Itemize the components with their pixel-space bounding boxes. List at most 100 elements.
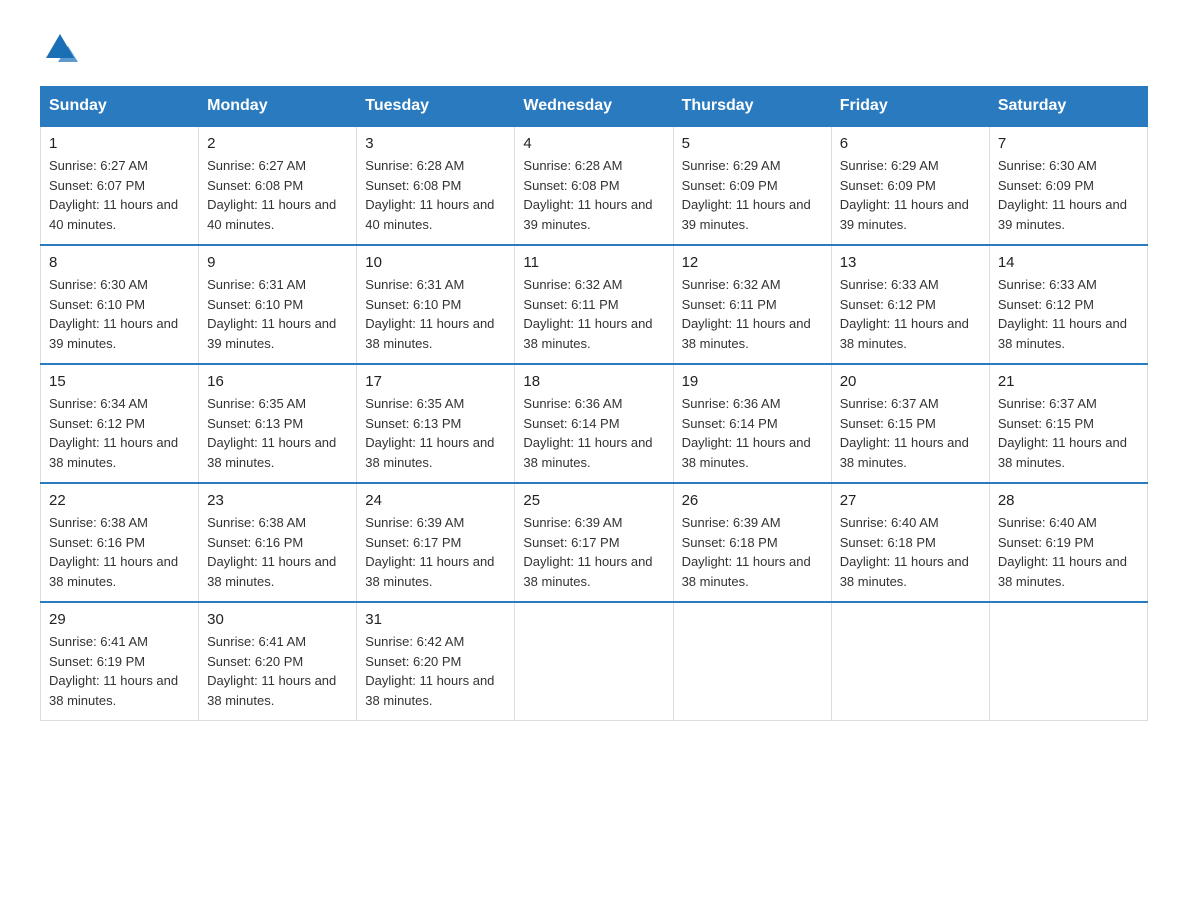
calendar-cell: 21 Sunrise: 6:37 AMSunset: 6:15 PMDayligh… bbox=[989, 364, 1147, 483]
week-row-3: 15 Sunrise: 6:34 AMSunset: 6:12 PMDayligh… bbox=[41, 364, 1148, 483]
day-info: Sunrise: 6:31 AMSunset: 6:10 PMDaylight:… bbox=[207, 277, 336, 351]
day-info: Sunrise: 6:41 AMSunset: 6:20 PMDaylight:… bbox=[207, 634, 336, 708]
day-number: 29 bbox=[49, 611, 190, 628]
calendar-cell: 1 Sunrise: 6:27 AMSunset: 6:07 PMDaylight… bbox=[41, 126, 199, 245]
day-number: 19 bbox=[682, 373, 823, 390]
day-info: Sunrise: 6:28 AMSunset: 6:08 PMDaylight:… bbox=[365, 158, 494, 232]
day-number: 30 bbox=[207, 611, 348, 628]
day-info: Sunrise: 6:40 AMSunset: 6:19 PMDaylight:… bbox=[998, 515, 1127, 589]
calendar-cell bbox=[831, 602, 989, 721]
day-number: 20 bbox=[840, 373, 981, 390]
calendar-cell: 6 Sunrise: 6:29 AMSunset: 6:09 PMDaylight… bbox=[831, 126, 989, 245]
calendar-cell bbox=[673, 602, 831, 721]
calendar-cell: 9 Sunrise: 6:31 AMSunset: 6:10 PMDaylight… bbox=[199, 245, 357, 364]
day-info: Sunrise: 6:32 AMSunset: 6:11 PMDaylight:… bbox=[523, 277, 652, 351]
calendar-cell: 29 Sunrise: 6:41 AMSunset: 6:19 PMDayligh… bbox=[41, 602, 199, 721]
day-number: 11 bbox=[523, 254, 664, 271]
day-number: 4 bbox=[523, 135, 664, 152]
calendar-cell: 26 Sunrise: 6:39 AMSunset: 6:18 PMDayligh… bbox=[673, 483, 831, 602]
weekday-header-wednesday: Wednesday bbox=[515, 87, 673, 127]
calendar-cell: 4 Sunrise: 6:28 AMSunset: 6:08 PMDaylight… bbox=[515, 126, 673, 245]
day-info: Sunrise: 6:27 AMSunset: 6:07 PMDaylight:… bbox=[49, 158, 178, 232]
day-number: 31 bbox=[365, 611, 506, 628]
week-row-1: 1 Sunrise: 6:27 AMSunset: 6:07 PMDaylight… bbox=[41, 126, 1148, 245]
calendar-header: SundayMondayTuesdayWednesdayThursdayFrid… bbox=[41, 87, 1148, 127]
calendar-cell: 16 Sunrise: 6:35 AMSunset: 6:13 PMDayligh… bbox=[199, 364, 357, 483]
calendar-cell bbox=[989, 602, 1147, 721]
weekday-header-tuesday: Tuesday bbox=[357, 87, 515, 127]
calendar-cell: 7Sunrise: 6:30 AMSunset: 6:09 PMDaylight… bbox=[989, 126, 1147, 245]
day-info: Sunrise: 6:30 AMSunset: 6:09 PMDaylight:… bbox=[998, 158, 1127, 232]
day-info: Sunrise: 6:36 AMSunset: 6:14 PMDaylight:… bbox=[523, 396, 652, 470]
day-number: 6 bbox=[840, 135, 981, 152]
day-info: Sunrise: 6:35 AMSunset: 6:13 PMDaylight:… bbox=[207, 396, 336, 470]
day-number: 9 bbox=[207, 254, 348, 271]
day-info: Sunrise: 6:29 AMSunset: 6:09 PMDaylight:… bbox=[682, 158, 811, 232]
day-info: Sunrise: 6:27 AMSunset: 6:08 PMDaylight:… bbox=[207, 158, 336, 232]
day-number: 16 bbox=[207, 373, 348, 390]
day-info: Sunrise: 6:32 AMSunset: 6:11 PMDaylight:… bbox=[682, 277, 811, 351]
weekday-header-friday: Friday bbox=[831, 87, 989, 127]
day-info: Sunrise: 6:29 AMSunset: 6:09 PMDaylight:… bbox=[840, 158, 969, 232]
day-info: Sunrise: 6:38 AMSunset: 6:16 PMDaylight:… bbox=[207, 515, 336, 589]
calendar-cell: 28 Sunrise: 6:40 AMSunset: 6:19 PMDayligh… bbox=[989, 483, 1147, 602]
week-row-5: 29 Sunrise: 6:41 AMSunset: 6:19 PMDayligh… bbox=[41, 602, 1148, 721]
day-info: Sunrise: 6:39 AMSunset: 6:18 PMDaylight:… bbox=[682, 515, 811, 589]
day-info: Sunrise: 6:37 AMSunset: 6:15 PMDaylight:… bbox=[840, 396, 969, 470]
logo bbox=[40, 30, 80, 66]
weekday-header-thursday: Thursday bbox=[673, 87, 831, 127]
day-number: 8 bbox=[49, 254, 190, 271]
calendar-cell: 15 Sunrise: 6:34 AMSunset: 6:12 PMDayligh… bbox=[41, 364, 199, 483]
day-number: 13 bbox=[840, 254, 981, 271]
calendar-cell: 5 Sunrise: 6:29 AMSunset: 6:09 PMDaylight… bbox=[673, 126, 831, 245]
calendar-cell: 8Sunrise: 6:30 AMSunset: 6:10 PMDaylight… bbox=[41, 245, 199, 364]
calendar-cell: 10Sunrise: 6:31 AMSunset: 6:10 PMDayligh… bbox=[357, 245, 515, 364]
day-number: 15 bbox=[49, 373, 190, 390]
day-info: Sunrise: 6:31 AMSunset: 6:10 PMDaylight:… bbox=[365, 277, 494, 351]
day-info: Sunrise: 6:39 AMSunset: 6:17 PMDaylight:… bbox=[365, 515, 494, 589]
calendar-cell: 2 Sunrise: 6:27 AMSunset: 6:08 PMDaylight… bbox=[199, 126, 357, 245]
week-row-2: 8Sunrise: 6:30 AMSunset: 6:10 PMDaylight… bbox=[41, 245, 1148, 364]
day-number: 17 bbox=[365, 373, 506, 390]
day-info: Sunrise: 6:37 AMSunset: 6:15 PMDaylight:… bbox=[998, 396, 1127, 470]
day-number: 2 bbox=[207, 135, 348, 152]
day-info: Sunrise: 6:40 AMSunset: 6:18 PMDaylight:… bbox=[840, 515, 969, 589]
calendar-cell: 19 Sunrise: 6:36 AMSunset: 6:14 PMDayligh… bbox=[673, 364, 831, 483]
day-info: Sunrise: 6:39 AMSunset: 6:17 PMDaylight:… bbox=[523, 515, 652, 589]
calendar-cell: 3 Sunrise: 6:28 AMSunset: 6:08 PMDaylight… bbox=[357, 126, 515, 245]
day-number: 24 bbox=[365, 492, 506, 509]
day-info: Sunrise: 6:36 AMSunset: 6:14 PMDaylight:… bbox=[682, 396, 811, 470]
calendar-cell: 23 Sunrise: 6:38 AMSunset: 6:16 PMDayligh… bbox=[199, 483, 357, 602]
calendar-table: SundayMondayTuesdayWednesdayThursdayFrid… bbox=[40, 86, 1148, 721]
day-number: 28 bbox=[998, 492, 1139, 509]
calendar-cell: 30 Sunrise: 6:41 AMSunset: 6:20 PMDayligh… bbox=[199, 602, 357, 721]
day-info: Sunrise: 6:38 AMSunset: 6:16 PMDaylight:… bbox=[49, 515, 178, 589]
weekday-header-saturday: Saturday bbox=[989, 87, 1147, 127]
calendar-body: 1 Sunrise: 6:27 AMSunset: 6:07 PMDaylight… bbox=[41, 126, 1148, 721]
day-number: 5 bbox=[682, 135, 823, 152]
weekday-header-row: SundayMondayTuesdayWednesdayThursdayFrid… bbox=[41, 87, 1148, 127]
day-number: 23 bbox=[207, 492, 348, 509]
day-number: 12 bbox=[682, 254, 823, 271]
day-info: Sunrise: 6:35 AMSunset: 6:13 PMDaylight:… bbox=[365, 396, 494, 470]
day-info: Sunrise: 6:33 AMSunset: 6:12 PMDaylight:… bbox=[840, 277, 969, 351]
weekday-header-monday: Monday bbox=[199, 87, 357, 127]
day-number: 3 bbox=[365, 135, 506, 152]
day-info: Sunrise: 6:41 AMSunset: 6:19 PMDaylight:… bbox=[49, 634, 178, 708]
day-number: 1 bbox=[49, 135, 190, 152]
logo-icon bbox=[42, 30, 78, 66]
day-number: 26 bbox=[682, 492, 823, 509]
calendar-cell: 27Sunrise: 6:40 AMSunset: 6:18 PMDayligh… bbox=[831, 483, 989, 602]
day-info: Sunrise: 6:28 AMSunset: 6:08 PMDaylight:… bbox=[523, 158, 652, 232]
calendar-cell: 22 Sunrise: 6:38 AMSunset: 6:16 PMDayligh… bbox=[41, 483, 199, 602]
calendar-cell: 25Sunrise: 6:39 AMSunset: 6:17 PMDayligh… bbox=[515, 483, 673, 602]
day-number: 22 bbox=[49, 492, 190, 509]
calendar-cell: 24 Sunrise: 6:39 AMSunset: 6:17 PMDayligh… bbox=[357, 483, 515, 602]
weekday-header-sunday: Sunday bbox=[41, 87, 199, 127]
calendar-cell: 18Sunrise: 6:36 AMSunset: 6:14 PMDayligh… bbox=[515, 364, 673, 483]
day-info: Sunrise: 6:34 AMSunset: 6:12 PMDaylight:… bbox=[49, 396, 178, 470]
calendar-cell: 14Sunrise: 6:33 AMSunset: 6:12 PMDayligh… bbox=[989, 245, 1147, 364]
day-number: 21 bbox=[998, 373, 1139, 390]
day-info: Sunrise: 6:42 AMSunset: 6:20 PMDaylight:… bbox=[365, 634, 494, 708]
day-number: 14 bbox=[998, 254, 1139, 271]
